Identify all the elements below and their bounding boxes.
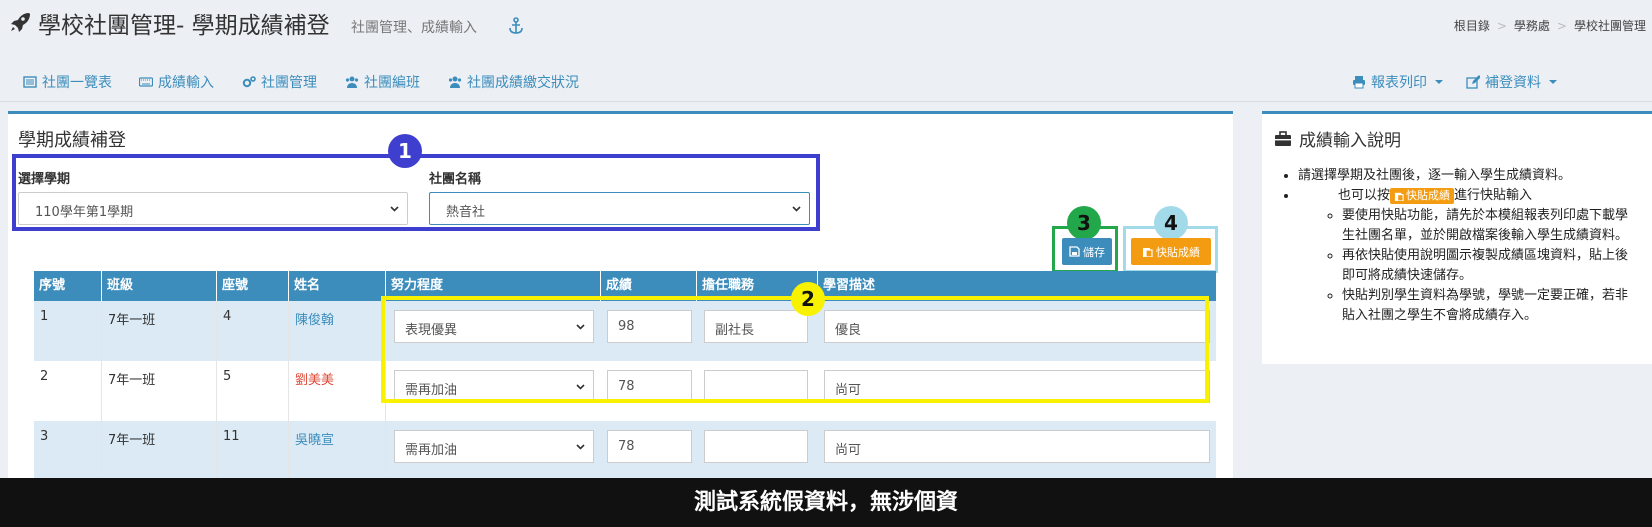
rocket-icon [11, 13, 30, 32]
nav-club-list[interactable]: 社團一覽表 [23, 72, 112, 92]
cell-class: 7年一班 [102, 301, 217, 361]
box-title: 學期成績補登 [18, 130, 126, 151]
nav-club-grouping-label: 社團編班 [364, 75, 420, 91]
annotation-badge-3: 3 [1067, 206, 1101, 240]
nav-report-print[interactable]: 報表列印 [1352, 72, 1443, 92]
col-header-name: 姓名 [289, 271, 386, 301]
paste-icon [1394, 192, 1404, 201]
keyboard-icon [139, 77, 153, 87]
page-title: 學校社團管理- 學期成績補登 [38, 13, 330, 39]
test-data-banner: 測試系統假資料，無涉個資 [0, 478, 1652, 527]
inline-quick-paste-badge: 快貼成績 [1390, 187, 1455, 204]
instructions-title-label: 成績輸入說明 [1299, 131, 1401, 151]
instructions-title: 成績輸入說明 [1274, 126, 1401, 151]
col-header-class: 班級 [102, 271, 217, 301]
instruction-text: 進行快貼輸入 [1454, 188, 1533, 203]
nav-club-grouping[interactable]: 社團編班 [345, 72, 420, 92]
club-name-select-value: 熱音社 [446, 205, 486, 220]
nav-grade-input[interactable]: 成績輸入 [139, 72, 214, 92]
cell-seat: 4 [217, 301, 289, 361]
description-input[interactable]: 尚可 [824, 430, 1210, 463]
club-name-label: 社團名稱 [429, 172, 482, 187]
semester-select-value: 110學年第1學期 [35, 205, 134, 220]
cell-student-name[interactable]: 劉美美 [289, 361, 386, 421]
page-subtitle: 社團管理、成績輸入 [351, 20, 477, 36]
instructions-list: 請選擇學期及社團後，逐一輸入學生成績資料。 也可以按 快貼成績進行快貼輸入 要使用… [1298, 166, 1638, 326]
print-icon [1353, 76, 1365, 89]
chevron-down-icon [576, 444, 585, 450]
nav-grade-submission-status[interactable]: 社團成績繳交狀況 [448, 72, 579, 92]
instruction-subitem: 再依快貼使用說明圖示複製成績區塊資料，貼上後即可將成績快速儲存。 [1342, 246, 1638, 286]
cell-number: 3 [34, 421, 102, 481]
nav-grade-input-label: 成績輸入 [158, 75, 214, 91]
instruction-text: 也可以按 [1338, 188, 1391, 203]
effort-select-value: 需再加油 [405, 443, 458, 458]
table-row: 3 7年一班 11 吳曉宣 需再加油 78 尚可 [34, 421, 1216, 481]
club-name-select[interactable]: 熱音社 [429, 192, 810, 225]
cell-student-name[interactable]: 陳俊翰 [289, 301, 386, 361]
nav-supplementary-data-label: 補登資料 [1485, 75, 1541, 91]
annotation-frame-2 [381, 296, 1209, 403]
nav-club-management[interactable]: 社團管理 [242, 72, 317, 92]
cell-class: 7年一班 [102, 361, 217, 421]
instruction-subitem: 要使用快貼功能，請先於本模組報表列印處下載學生社團名單，並於開啟檔案後輸入學生成… [1342, 206, 1638, 246]
semester-select[interactable]: 110學年第1學期 [18, 192, 408, 225]
score-input[interactable]: 78 [607, 430, 692, 463]
caret-down-icon [1549, 80, 1557, 84]
role-input[interactable] [704, 430, 808, 463]
cell-student-name[interactable]: 吳曉宣 [289, 421, 386, 481]
instruction-subitem: 快貼判別學生資料為學號，學號一定要正確，若非貼入社團之學生不會將成績存入。 [1342, 286, 1638, 326]
navbar: 社團一覽表 成績輸入 社團管理 社團編班 社團成績繳交狀況 報表列印 補登資料 [0, 62, 1652, 102]
breadcrumb-office[interactable]: 學務處 [1514, 19, 1550, 33]
anchor-icon[interactable] [508, 17, 524, 35]
col-header-seat: 座號 [217, 271, 289, 301]
annotation-badge-2: 2 [791, 282, 825, 316]
nav-grade-submission-status-label: 社團成績繳交狀況 [467, 75, 579, 91]
paste-icon [1143, 248, 1153, 257]
breadcrumb: 根目錄 > 學務處 > 學校社團管理 [1453, 19, 1646, 33]
instruction-sublist: 要使用快貼功能，請先於本模組報表列印處下載學生社團名單，並於開啟檔案後輸入學生成… [1298, 206, 1638, 326]
cell-seat: 11 [217, 421, 289, 481]
instruction-item: 請選擇學期及社團後，逐一輸入學生成績資料。 [1298, 166, 1638, 186]
cell-seat: 5 [217, 361, 289, 421]
semester-label: 選擇學期 [18, 172, 71, 187]
edit-icon [1466, 75, 1480, 89]
annotation-badge-4: 4 [1154, 206, 1188, 240]
nav-club-list-label: 社團一覽表 [42, 75, 112, 91]
caret-down-icon [1435, 80, 1443, 84]
inline-quick-paste-label: 快貼成績 [1406, 188, 1451, 202]
nav-supplementary-data[interactable]: 補登資料 [1466, 72, 1557, 92]
quick-paste-button-label: 快貼成績 [1156, 245, 1200, 259]
cogs-icon [242, 76, 256, 88]
annotation-badge-1: 1 [388, 134, 422, 168]
users-icon [345, 76, 359, 88]
chevron-down-icon [390, 206, 399, 212]
nav-report-print-label: 報表列印 [1371, 75, 1427, 91]
cell-number: 2 [34, 361, 102, 421]
save-icon [1069, 246, 1080, 257]
breadcrumb-current: 學校社團管理 [1573, 19, 1646, 33]
save-button-label: 儲存 [1083, 245, 1105, 259]
save-button[interactable]: 儲存 [1062, 238, 1112, 265]
instructions-box: 成績輸入說明 請選擇學期及社團後，逐一輸入學生成績資料。 也可以按 快貼成績進行快… [1262, 111, 1652, 364]
page-header: 學校社團管理- 學期成績補登 社團管理、成績輸入 根目錄 > 學務處 > 學校社團管理 [0, 0, 1652, 52]
list-icon [23, 76, 37, 88]
instruction-item: 也可以按 快貼成績進行快貼輸入 要使用快貼功能，請先於本模組報表列印處下載學生社團… [1298, 186, 1638, 326]
cell-class: 7年一班 [102, 421, 217, 481]
effort-select[interactable]: 需再加油 [394, 430, 594, 463]
users-icon [448, 76, 462, 88]
breadcrumb-root[interactable]: 根目錄 [1454, 19, 1490, 33]
nav-club-management-label: 社團管理 [261, 75, 317, 91]
briefcase-icon [1275, 130, 1291, 146]
quick-paste-button[interactable]: 快貼成績 [1131, 238, 1211, 265]
chevron-down-icon [792, 206, 801, 212]
cell-number: 1 [34, 301, 102, 361]
col-header-number: 序號 [34, 271, 102, 301]
